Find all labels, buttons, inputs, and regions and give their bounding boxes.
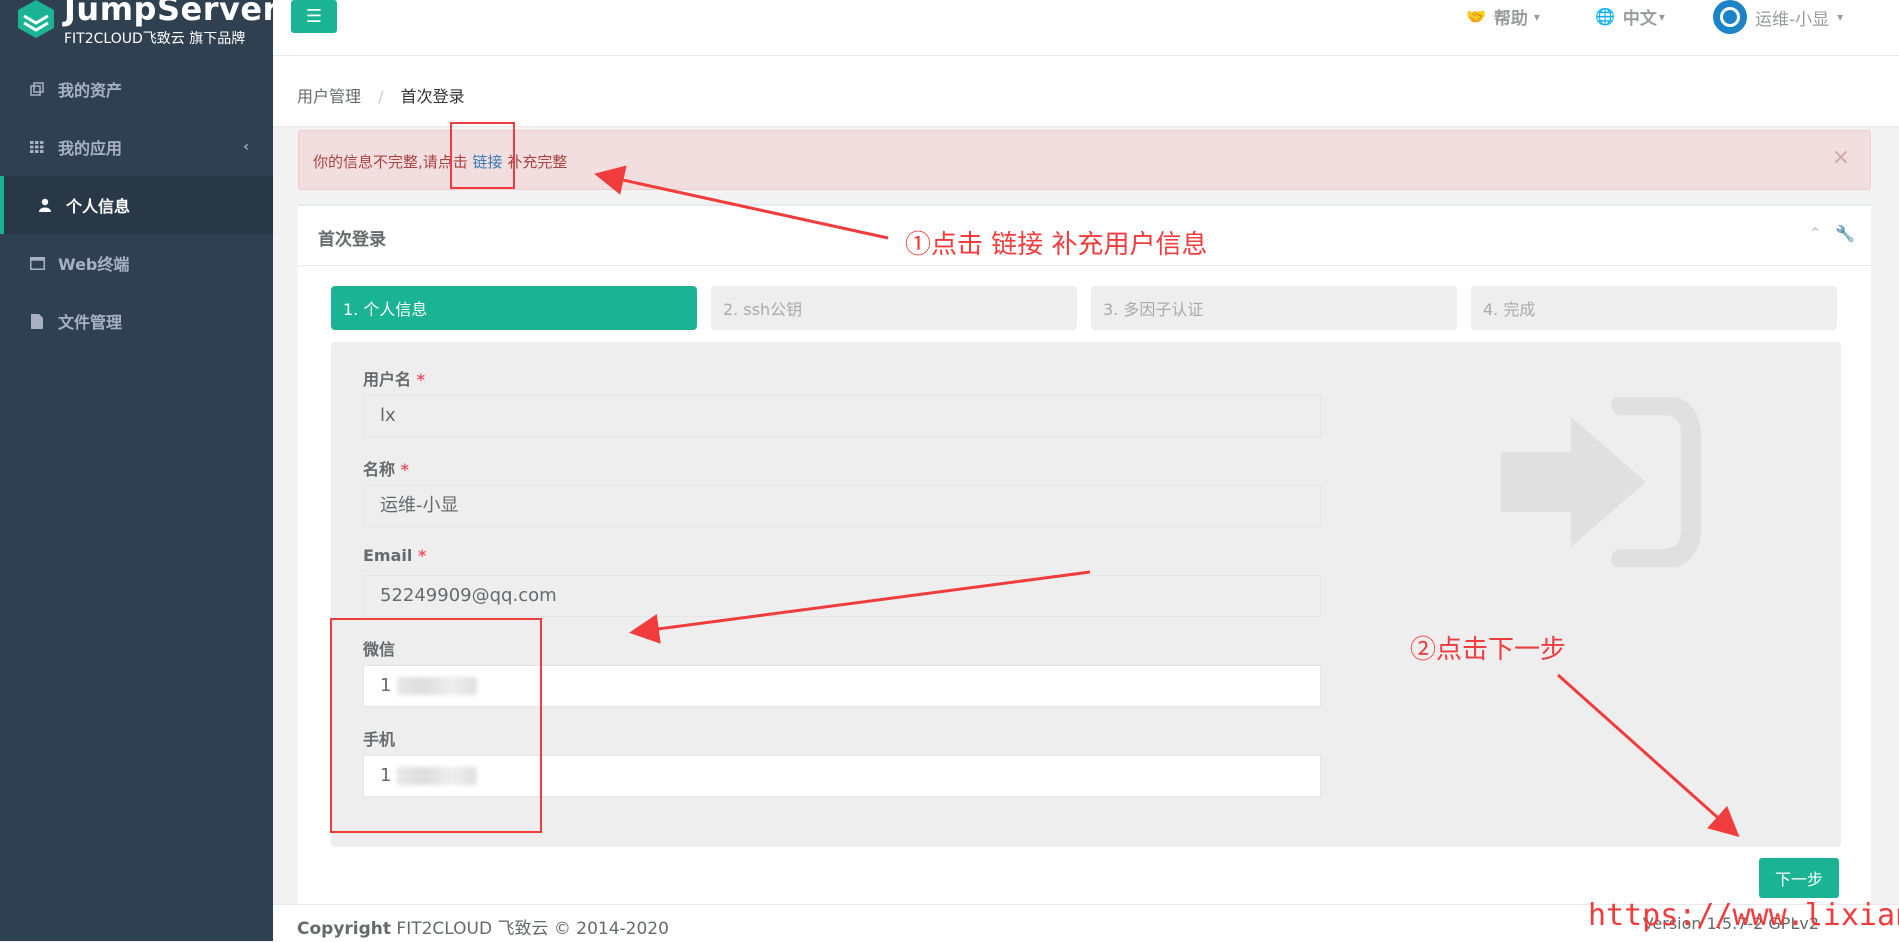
caret-down-icon: ▾ [1658, 9, 1665, 24]
breadcrumb: 用户管理 / 首次登录 [297, 83, 465, 107]
step-personal-info[interactable]: 1. 个人信息 [331, 286, 697, 330]
step-done[interactable]: 4. 完成 [1471, 286, 1837, 330]
sidebar-item-profile[interactable]: 个人信息 [0, 176, 273, 234]
breadcrumb-separator: / [378, 87, 384, 106]
copyright: Copyright FIT2CLOUD 飞致云 © 2014-2020 [297, 919, 669, 939]
language-menu[interactable]: 🌐 中文 ▾ [1595, 4, 1665, 29]
user-name: 运维-小显 [1755, 9, 1830, 30]
sidebar-item-label: 文件管理 [58, 313, 123, 332]
close-icon[interactable]: × [1832, 145, 1850, 170]
username-label: 用户名 * [363, 370, 425, 389]
phone-field[interactable]: 1 [363, 755, 1321, 797]
breadcrumb-parent[interactable]: 用户管理 [297, 87, 361, 106]
name-label: 名称 * [363, 460, 409, 479]
file-icon [28, 312, 46, 330]
assets-icon [28, 80, 46, 98]
sidebar: JumpServer FIT2CLOUD飞致云 旗下品牌 我的资产 我的应用 ‹… [0, 0, 278, 941]
name-field[interactable]: 运维-小显 [363, 485, 1321, 527]
terminal-window-icon [28, 254, 46, 272]
user-menu[interactable]: 运维-小显 ▾ [1713, 0, 1843, 34]
chevron-up-icon[interactable]: ⌃ [1809, 224, 1822, 243]
brand-name: JumpServer [64, 0, 279, 28]
sidebar-item-my-assets[interactable]: 我的资产 [0, 60, 273, 118]
breadcrumb-bar: 用户管理 / 首次登录 [273, 56, 1899, 127]
sidebar-item-my-apps[interactable]: 我的应用 ‹ [0, 118, 273, 176]
language-label: 中文 [1622, 9, 1657, 29]
username-field[interactable]: lx [363, 395, 1321, 437]
wechat-label: 微信 [363, 640, 396, 659]
logo[interactable]: JumpServer FIT2CLOUD飞致云 旗下品牌 [0, 0, 278, 58]
sign-in-icon [1501, 397, 1701, 567]
chevron-left-icon: ‹ [243, 139, 249, 155]
sidebar-item-label: 我的资产 [58, 81, 123, 100]
annotation-note-1: ①点击 链接 补充用户信息 [905, 230, 1208, 260]
globe-icon: 🌐 [1595, 7, 1615, 26]
incomplete-info-alert: 你的信息不完整,请点击 链接 补充完整 × [298, 130, 1871, 190]
user-icon [36, 196, 54, 214]
top-navbar: ☰ 🤝 帮助 ▾ 🌐 中文 ▾ 运维-小显 ▾ [273, 0, 1899, 56]
email-field[interactable]: 52249909@qq.com [363, 575, 1321, 617]
help-label: 帮助 [1493, 9, 1528, 29]
avatar [1713, 0, 1747, 34]
jumpserver-logo-icon [18, 0, 54, 38]
caret-down-icon: ▾ [1837, 10, 1844, 24]
hamburger-icon: ☰ [305, 6, 323, 27]
profile-form: 用户名 * lx 名称 * 运维-小显 Email * 52249909@qq.… [331, 342, 1841, 847]
next-step-button[interactable]: 下一步 [1759, 858, 1839, 898]
help-menu[interactable]: 🤝 帮助 ▾ [1466, 4, 1540, 29]
handshake-icon: 🤝 [1466, 7, 1486, 26]
wrench-icon[interactable]: 🔧 [1835, 224, 1855, 243]
watermark-url: https://www.lixian.fun [1588, 898, 1899, 933]
caret-down-icon: ▾ [1533, 9, 1540, 24]
step-mfa[interactable]: 3. 多因子认证 [1091, 286, 1457, 330]
menu-toggle-button[interactable]: ☰ [291, 0, 337, 33]
phone-label: 手机 [363, 730, 396, 749]
alert-prefix: 你的信息不完整,请点击 [313, 153, 473, 171]
sidebar-item-file-manager[interactable]: 文件管理 [0, 292, 273, 350]
brand-tagline: FIT2CLOUD飞致云 旗下品牌 [64, 31, 246, 47]
panel-tools: ⌃ 🔧 [1809, 224, 1855, 243]
sidebar-item-label: 我的应用 [58, 139, 123, 158]
alert-link[interactable]: 链接 [473, 153, 503, 171]
email-label: Email * [363, 546, 427, 565]
wechat-field[interactable]: 1 [363, 665, 1321, 707]
alert-message: 你的信息不完整,请点击 链接 补充完整 [313, 151, 567, 172]
annotation-note-2: ②点击下一步 [1410, 635, 1567, 665]
first-login-panel: 首次登录 ⌃ 🔧 1. 个人信息 2. ssh公钥 3. 多因子认证 4. 完成… [298, 204, 1871, 906]
panel-title: 首次登录 [318, 230, 386, 250]
sidebar-item-label: Web终端 [58, 255, 130, 274]
sidebar-item-label: 个人信息 [66, 197, 131, 216]
step-ssh-key[interactable]: 2. ssh公钥 [711, 286, 1077, 330]
sidebar-item-web-terminal[interactable]: Web终端 [0, 234, 273, 292]
breadcrumb-current: 首次登录 [400, 87, 465, 106]
alert-suffix: 补充完整 [502, 153, 568, 171]
grid-icon [28, 138, 46, 156]
